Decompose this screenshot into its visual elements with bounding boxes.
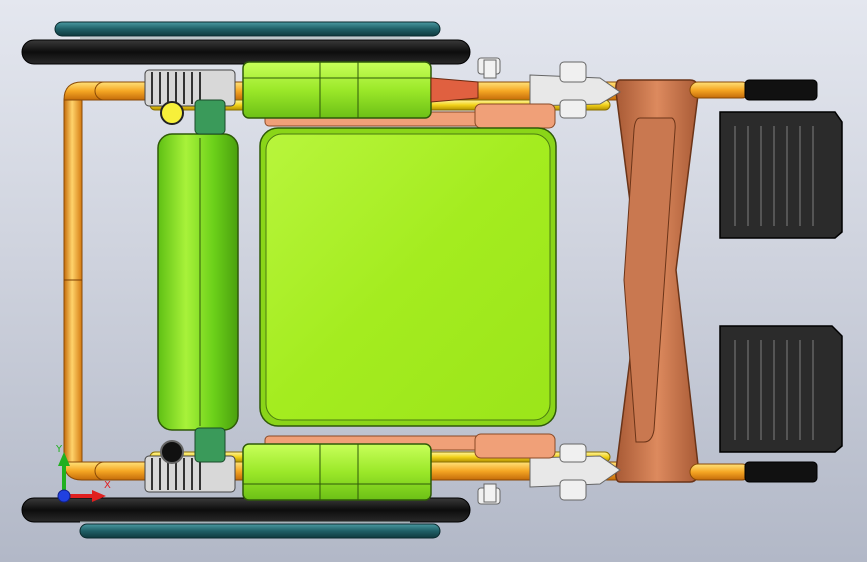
footrest-plate-bottom[interactable] bbox=[719, 325, 843, 453]
seat-cushion[interactable] bbox=[259, 127, 557, 427]
wheelchair-model-top-view[interactable] bbox=[0, 0, 867, 562]
knob-icon[interactable] bbox=[160, 101, 184, 125]
handrim bbox=[79, 523, 441, 539]
handrim bbox=[54, 21, 441, 37]
tire bbox=[21, 39, 471, 65]
backrest[interactable] bbox=[157, 99, 239, 464]
knob-icon[interactable] bbox=[160, 440, 184, 464]
y-axis-label: Y bbox=[55, 444, 63, 455]
x-axis-label: X bbox=[104, 480, 111, 491]
push-handle-tube bbox=[63, 91, 83, 473]
cad-viewport[interactable]: Y X bbox=[0, 0, 867, 562]
axis-triad: Y X bbox=[55, 444, 111, 503]
footrest-plate-top[interactable] bbox=[719, 111, 843, 239]
front-caster-top bbox=[744, 79, 818, 101]
front-caster-bottom bbox=[744, 461, 818, 483]
rear-wheel-top[interactable] bbox=[21, 21, 471, 65]
side-guard-bottom[interactable] bbox=[242, 443, 432, 501]
